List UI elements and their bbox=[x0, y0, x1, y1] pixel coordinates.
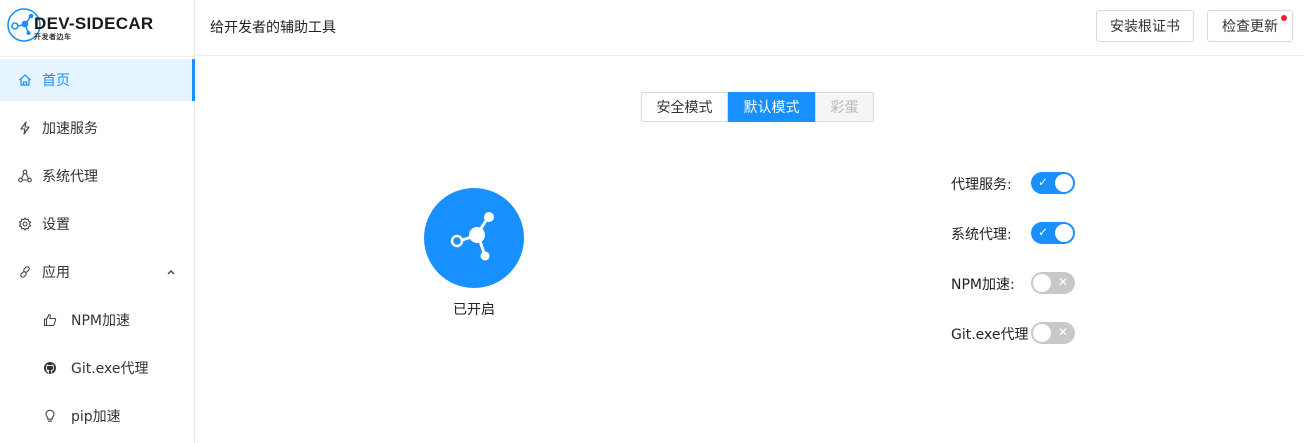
sidebar-menu: 首页 加速服务 系统代理 设置 应用 NPM加速 Git.exe代理 pip加速 bbox=[0, 59, 195, 443]
main-status-text: 已开启 bbox=[453, 302, 495, 318]
sidebar-item-pip[interactable]: pip加速 bbox=[0, 395, 194, 437]
git-proxy-switch[interactable]: ✕ bbox=[1031, 322, 1075, 344]
check-update-label: 检查更新 bbox=[1222, 19, 1278, 35]
toggle-label: Git.exe代理 bbox=[951, 327, 1029, 343]
sidebar-item-label: NPM加速 bbox=[71, 313, 130, 329]
thumbs-up-icon bbox=[43, 313, 57, 327]
update-badge bbox=[1281, 15, 1287, 21]
sidebar-item-label: pip加速 bbox=[71, 409, 121, 425]
sidebar-item-speedup[interactable]: 加速服务 bbox=[0, 107, 194, 149]
check-icon: ✓ bbox=[1038, 225, 1049, 239]
switch-knob bbox=[1033, 324, 1051, 342]
sidebar-item-system-proxy[interactable]: 系统代理 bbox=[0, 155, 194, 197]
sidebar-item-label: 首页 bbox=[42, 73, 70, 89]
sidebar-item-git[interactable]: Git.exe代理 bbox=[0, 347, 194, 389]
header: 给开发者的辅助工具 安装根证书 检查更新 bbox=[195, 0, 1304, 56]
chevron-up-icon[interactable] bbox=[166, 267, 176, 277]
sidebar-item-apps[interactable]: 应用 bbox=[0, 251, 194, 293]
logo-title: DEV-SIDECAR bbox=[34, 14, 154, 33]
app-logo: DEV-SIDECAR 开发者边车 bbox=[0, 0, 194, 57]
mode-safe-button[interactable]: 安全模式 bbox=[641, 92, 728, 122]
check-update-button[interactable]: 检查更新 bbox=[1207, 10, 1293, 42]
system-proxy-switch[interactable]: ✓ bbox=[1031, 222, 1075, 244]
close-icon: ✕ bbox=[1058, 325, 1069, 339]
main-proxy-switch[interactable] bbox=[424, 188, 524, 288]
switch-knob bbox=[1033, 274, 1051, 292]
network-node-icon bbox=[450, 212, 494, 261]
toggle-label: 代理服务: bbox=[951, 177, 1012, 193]
sidebar: DEV-SIDECAR 开发者边车 首页 加速服务 系统代理 设置 应用 NPM… bbox=[0, 0, 195, 443]
proxy-service-switch[interactable]: ✓ bbox=[1031, 172, 1075, 194]
logo-subtitle: 开发者边车 bbox=[34, 33, 72, 41]
switch-knob bbox=[1055, 174, 1073, 192]
sidebar-item-settings[interactable]: 设置 bbox=[0, 203, 194, 245]
sidebar-item-home[interactable]: 首页 bbox=[0, 59, 195, 101]
sidebar-item-label: 系统代理 bbox=[42, 169, 98, 185]
network-icon bbox=[18, 169, 32, 183]
npm-speedup-switch[interactable]: ✕ bbox=[1031, 272, 1075, 294]
home-icon bbox=[19, 74, 31, 86]
lightbulb-icon bbox=[45, 409, 55, 422]
sidebar-item-label: Git.exe代理 bbox=[71, 361, 149, 377]
sidebar-item-npm[interactable]: NPM加速 bbox=[0, 299, 194, 341]
switch-knob bbox=[1055, 224, 1073, 242]
link-icon bbox=[20, 266, 30, 278]
close-icon: ✕ bbox=[1058, 275, 1069, 289]
page-title: 给开发者的辅助工具 bbox=[210, 20, 336, 36]
gear-icon bbox=[18, 217, 32, 231]
lightning-icon bbox=[20, 121, 30, 135]
mode-egg-button[interactable]: 彩蛋 bbox=[815, 92, 874, 122]
sidebar-item-label: 设置 bbox=[42, 217, 70, 233]
github-icon bbox=[44, 362, 56, 374]
check-icon: ✓ bbox=[1038, 175, 1049, 189]
toggle-label: NPM加速: bbox=[951, 277, 1015, 293]
mode-default-button[interactable]: 默认模式 bbox=[728, 92, 815, 122]
sidebar-item-label: 加速服务 bbox=[42, 121, 98, 137]
install-cert-button[interactable]: 安装根证书 bbox=[1096, 10, 1194, 42]
sidebar-item-label: 应用 bbox=[42, 265, 70, 281]
mode-selector: 安全模式 默认模式 彩蛋 bbox=[641, 92, 874, 122]
toggle-label: 系统代理: bbox=[951, 227, 1012, 243]
